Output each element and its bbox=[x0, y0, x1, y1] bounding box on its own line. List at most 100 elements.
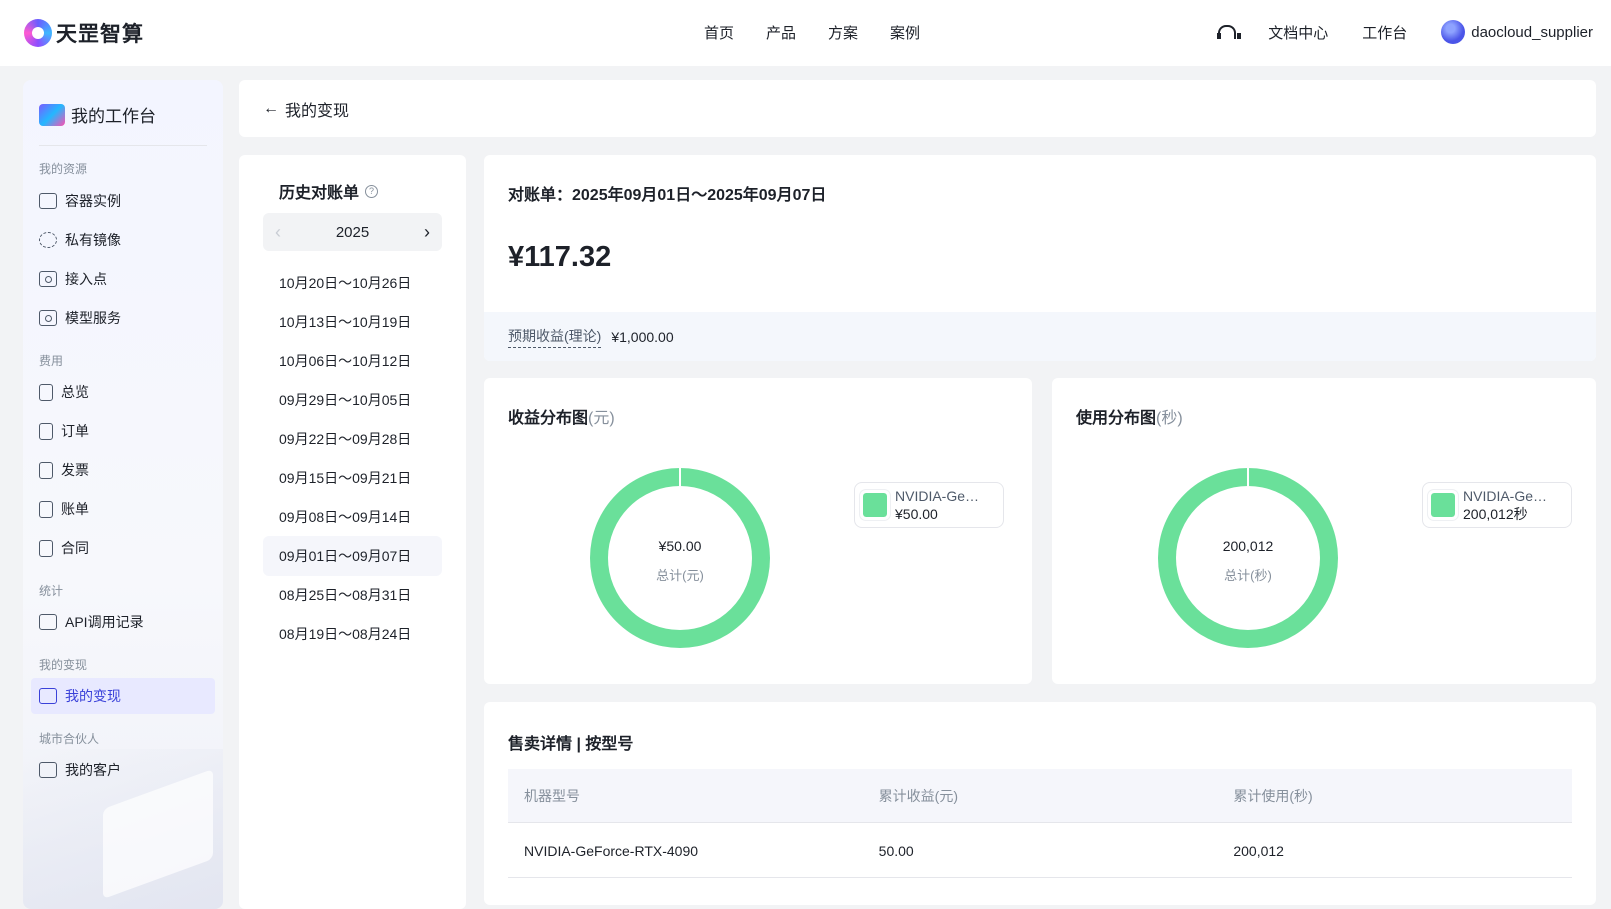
sidebar-item-container[interactable]: 容器实例 bbox=[31, 183, 215, 219]
endpoint-icon bbox=[39, 271, 57, 287]
contract-icon bbox=[39, 539, 53, 557]
legend-swatch bbox=[860, 490, 890, 520]
usage-legend[interactable]: NVIDIA-GeForce-RTX-4090 200,012秒 bbox=[1422, 482, 1572, 528]
sidebar-item-label: 总览 bbox=[61, 384, 89, 400]
week-item[interactable]: 10月13日～10月19日 bbox=[263, 302, 442, 342]
sidebar-item-orders[interactable]: 订单 bbox=[31, 413, 215, 449]
support-headset-icon[interactable] bbox=[1216, 23, 1242, 41]
sidebar-item-image[interactable]: 私有镜像 bbox=[31, 222, 215, 258]
sales-card: 售卖详情 | 按型号 机器型号 累计收益(元) 累计使用(秒) NVIDIA-G… bbox=[484, 702, 1596, 905]
week-item[interactable]: 09月22日～09月28日 bbox=[263, 419, 442, 459]
sidebar-item-endpoint[interactable]: 接入点 bbox=[31, 261, 215, 297]
page-title: 我的变现 bbox=[285, 102, 350, 120]
legend-series-value: ¥50.00 bbox=[895, 506, 938, 522]
sidebar-item-monetize[interactable]: 我的变现 bbox=[31, 678, 215, 714]
statement-footer: 预期收益(理论) ¥1,000.00 bbox=[484, 312, 1596, 361]
server-icon bbox=[39, 193, 57, 209]
group-partner: 城市合伙人 bbox=[39, 732, 100, 746]
sidebar-item-label: 账单 bbox=[61, 501, 89, 517]
table-header: 机器型号 累计收益(元) 累计使用(秒) bbox=[508, 769, 1572, 823]
legend-series-name: NVIDIA-GeForce-RTX-4090 bbox=[1463, 488, 1549, 504]
sidebar-item-overview[interactable]: 总览 bbox=[31, 374, 215, 410]
cell-usage: 200,012 bbox=[1233, 842, 1284, 859]
revenue-chart-unit: (元) bbox=[588, 410, 615, 427]
nav-products[interactable]: 产品 bbox=[766, 22, 796, 43]
nav-cases[interactable]: 案例 bbox=[890, 22, 920, 43]
logo-icon bbox=[24, 19, 52, 47]
sidebar-item-label: 容器实例 bbox=[65, 193, 121, 209]
nav-workbench[interactable]: 工作台 bbox=[1362, 22, 1407, 43]
sidebar-item-label: 接入点 bbox=[65, 271, 107, 287]
nav-solutions[interactable]: 方案 bbox=[828, 22, 858, 43]
sidebar: 我的工作台 我的资源 容器实例 私有镜像 接入点 模型服务 费用 总览 订单 发… bbox=[23, 80, 223, 909]
sidebar-title: 我的工作台 bbox=[71, 107, 156, 126]
cell-revenue: 50.00 bbox=[878, 842, 914, 859]
chevron-right-icon[interactable]: › bbox=[424, 222, 430, 243]
legend-series-name: NVIDIA-GeForce-RTX-4090 bbox=[895, 488, 981, 504]
usage-chart-unit: (秒) bbox=[1156, 410, 1183, 427]
revenue-chart-title: 收益分布图(元) bbox=[508, 404, 615, 428]
usage-donut[interactable]: 200,012 总计(秒) bbox=[1158, 468, 1338, 648]
back-arrow-icon[interactable]: ← bbox=[263, 100, 279, 118]
customers-icon bbox=[39, 762, 57, 778]
year-picker: ‹ 2025 › bbox=[263, 213, 442, 251]
statement-card: 对账单：2025年09月01日～2025年09月07日 ¥117.32 预期收益… bbox=[484, 155, 1596, 361]
money-icon bbox=[39, 688, 57, 704]
nav-docs[interactable]: 文档中心 bbox=[1268, 22, 1328, 43]
group-stats: 统计 bbox=[39, 584, 64, 598]
help-icon[interactable]: ? bbox=[365, 184, 379, 198]
donut-center: 200,012 总计(秒) bbox=[1158, 468, 1338, 648]
nav-home[interactable]: 首页 bbox=[704, 22, 734, 43]
week-item[interactable]: 09月29日～10月05日 bbox=[263, 380, 442, 420]
statement-amount: ¥117.32 bbox=[508, 241, 612, 273]
sidebar-header: 我的工作台 bbox=[39, 102, 156, 127]
bill-icon bbox=[39, 500, 53, 518]
expected-income-label[interactable]: 预期收益(理论) bbox=[508, 326, 602, 348]
week-item[interactable]: 08月25日～08月31日 bbox=[263, 575, 442, 615]
usage-chart-title-text: 使用分布图 bbox=[1076, 410, 1157, 427]
revenue-total: ¥50.00 bbox=[658, 538, 702, 554]
user-menu[interactable]: daocloud_supplier bbox=[1441, 20, 1593, 44]
table-row: NVIDIA-GeForce-RTX-4090 50.00 200,012 bbox=[508, 824, 1572, 878]
username: daocloud_supplier bbox=[1471, 23, 1593, 41]
revenue-donut[interactable]: ¥50.00 总计(元) bbox=[590, 468, 770, 648]
legend-swatch bbox=[1428, 490, 1458, 520]
sidebar-item-label: 私有镜像 bbox=[65, 232, 121, 248]
sidebar-item-contract[interactable]: 合同 bbox=[31, 530, 215, 566]
week-item[interactable]: 09月01日～09月07日 bbox=[263, 536, 442, 576]
cell-model: NVIDIA-GeForce-RTX-4090 bbox=[524, 842, 699, 859]
revenue-chart-title-text: 收益分布图 bbox=[508, 410, 589, 427]
sidebar-item-model[interactable]: 模型服务 bbox=[31, 300, 215, 336]
week-item[interactable]: 10月06日～10月12日 bbox=[263, 341, 442, 381]
overview-icon bbox=[39, 383, 53, 401]
chevron-left-icon[interactable]: ‹ bbox=[275, 222, 281, 243]
week-item[interactable]: 09月08日～09月14日 bbox=[263, 497, 442, 537]
sidebar-item-label: 我的客户 bbox=[65, 762, 121, 778]
week-item[interactable]: 09月15日～09月21日 bbox=[263, 458, 442, 498]
year-value: 2025 bbox=[335, 223, 370, 241]
sidebar-item-label: 订单 bbox=[61, 423, 89, 439]
image-icon bbox=[39, 232, 57, 248]
invoice-icon bbox=[39, 461, 53, 479]
legend-text: NVIDIA-GeForce-RTX-4090 ¥50.00 bbox=[895, 487, 981, 523]
history-title: 历史对账单 ? bbox=[279, 179, 379, 203]
sidebar-item-customers[interactable]: 我的客户 bbox=[31, 752, 215, 788]
week-item[interactable]: 10月20日～10月26日 bbox=[263, 263, 442, 303]
sidebar-item-invoice[interactable]: 发票 bbox=[31, 452, 215, 488]
column-header-model: 机器型号 bbox=[524, 787, 580, 804]
sidebar-item-api[interactable]: API调用记录 bbox=[31, 604, 215, 640]
sidebar-item-label: 合同 bbox=[61, 540, 89, 556]
main-nav: 首页 产品 方案 案例 bbox=[704, 22, 920, 43]
brand-logo[interactable]: 天罡智算 bbox=[24, 18, 144, 48]
sidebar-item-bill[interactable]: 账单 bbox=[31, 491, 215, 527]
history-panel: 历史对账单 ? ‹ 2025 › 10月20日～10月26日 10月13日～10月… bbox=[239, 155, 466, 909]
avatar bbox=[1441, 20, 1466, 44]
sidebar-item-label: 发票 bbox=[61, 462, 89, 478]
nav-right: 文档中心 工作台 daocloud_supplier bbox=[1216, 20, 1593, 44]
week-item[interactable]: 08月19日～08月24日 bbox=[263, 614, 442, 654]
sidebar-item-label: 模型服务 bbox=[65, 310, 121, 326]
revenue-total-label: 总计(元) bbox=[656, 568, 704, 583]
revenue-legend[interactable]: NVIDIA-GeForce-RTX-4090 ¥50.00 bbox=[854, 482, 1004, 528]
sidebar-item-label: API调用记录 bbox=[65, 614, 144, 630]
legend-text: NVIDIA-GeForce-RTX-4090 200,012秒 bbox=[1463, 487, 1549, 523]
